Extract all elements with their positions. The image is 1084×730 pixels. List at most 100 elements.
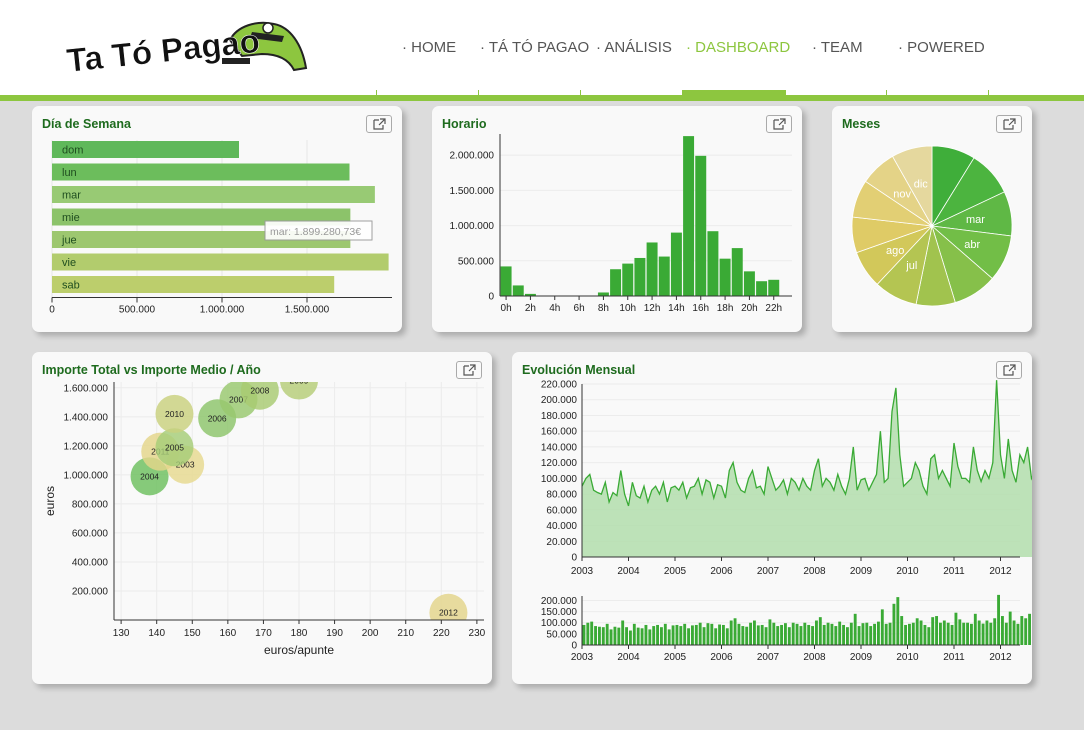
- mini-bar: [911, 622, 915, 645]
- mini-bar: [877, 621, 880, 645]
- mini-bar: [590, 621, 594, 645]
- x-tick-label: 2004: [617, 652, 640, 663]
- x-tick-label: 150: [184, 628, 201, 639]
- bar-mar: [52, 186, 375, 203]
- x-axis-label: euros/apunte: [264, 643, 334, 657]
- bar-label: vie: [62, 257, 76, 269]
- nav-item[interactable]: · DASHBOARD: [686, 39, 790, 56]
- mini-bar: [598, 626, 601, 645]
- bar-1h: [512, 285, 524, 296]
- bar-11h: [634, 257, 646, 296]
- y-tick-label: 160.000: [541, 427, 578, 438]
- mini-bar: [714, 628, 718, 645]
- bar-8h: [597, 292, 609, 296]
- x-tick-label: 4h: [549, 303, 560, 314]
- nav-active-indicator: [682, 90, 786, 96]
- mini-bar: [950, 624, 954, 645]
- y-tick-label: 100.000: [541, 474, 578, 485]
- mini-bar: [900, 616, 904, 645]
- nav-separator: [376, 90, 377, 96]
- mini-bar: [799, 626, 803, 645]
- y-tick-label: 200.000: [72, 586, 109, 597]
- mini-bar: [923, 624, 927, 645]
- mini-bar: [931, 617, 935, 645]
- x-tick-label: 16h: [692, 303, 709, 314]
- mini-bar: [772, 622, 776, 645]
- mini-bar: [698, 622, 702, 645]
- y-tick-label: 0: [488, 292, 494, 303]
- mini-bar: [989, 622, 993, 645]
- y-tick-label: 1.000.000: [64, 470, 109, 481]
- mini-bar: [683, 623, 687, 645]
- mini-bar: [803, 622, 807, 645]
- nav-separator: [580, 90, 581, 96]
- mini-bar: [842, 624, 845, 645]
- y-tick-label: 100.000: [541, 618, 578, 629]
- mini-bar: [977, 620, 981, 645]
- mini-bar: [1001, 616, 1004, 645]
- nav-item[interactable]: · TEAM: [812, 39, 863, 56]
- logo[interactable]: Ta Tó Pagao: [62, 18, 312, 82]
- mini-bar: [706, 623, 710, 645]
- bubble-label: 2012: [439, 608, 458, 618]
- tooltip-text: mar: 1.899.280,73€: [270, 226, 361, 238]
- nav-item[interactable]: · ANÁLISIS: [596, 39, 672, 56]
- x-tick-label: 2010: [896, 566, 919, 577]
- mini-bar: [660, 627, 663, 645]
- panel-evolucion: Evolución Mensual 0 20.000 40.000 60.000 80.…: [512, 352, 1032, 684]
- mini-bar: [636, 627, 640, 645]
- mini-bar: [745, 626, 749, 645]
- x-tick-label: 2h: [525, 303, 536, 314]
- x-tick-label: 2011: [943, 566, 965, 577]
- y-tick-label: 120.000: [541, 458, 578, 469]
- bubble-label: 2005: [165, 442, 184, 452]
- mini-bar: [1012, 620, 1016, 645]
- x-tick-label: 2009: [850, 566, 873, 577]
- bubble-label: 2009: [290, 376, 309, 386]
- mini-bar: [756, 625, 760, 645]
- y-tick-label: 0: [571, 641, 577, 652]
- slice-label: dic: [914, 178, 929, 190]
- x-tick-label: 180: [291, 628, 308, 639]
- nav-item[interactable]: · TÁ TÓ PAGAO: [480, 39, 589, 56]
- mini-bar: [811, 626, 814, 645]
- nav-item[interactable]: · POWERED: [898, 39, 985, 56]
- chart-evolucion: 0 20.000 40.000 60.000 80.000 100.000 120.000 1…: [541, 380, 1032, 663]
- chart-dia-semana: 0 500.000 1.000.000 1.500.000 dom lun mar mie ju…: [49, 140, 392, 316]
- bar-18h: [719, 258, 731, 296]
- mini-bar: [629, 630, 632, 645]
- x-tick-label: 2011: [943, 652, 965, 663]
- mini-bar: [609, 629, 613, 645]
- mini-bar: [640, 628, 644, 645]
- chart-meses: mar abr julago novdic: [851, 145, 1013, 307]
- y-tick-label: 140.000: [541, 442, 578, 453]
- bar-0h: [500, 266, 512, 296]
- x-tick-label: 10h: [619, 303, 636, 314]
- mini-bar: [663, 623, 667, 645]
- x-tick-label: 1.000.000: [200, 305, 245, 316]
- slice-label: abr: [964, 239, 980, 251]
- mini-bar: [749, 622, 752, 645]
- area-fill: [582, 380, 1032, 557]
- y-tick-label: 600.000: [72, 528, 109, 539]
- nav-separator: [988, 90, 989, 96]
- mini-bar: [908, 623, 911, 645]
- y-axis-label: euros: [43, 486, 57, 516]
- mini-bar: [605, 623, 609, 645]
- y-tick-label: 1.600.000: [64, 383, 109, 394]
- bar-label: jue: [61, 235, 77, 247]
- mini-bar: [904, 624, 907, 645]
- bar-label: mie: [62, 212, 80, 224]
- mini-bar: [966, 622, 969, 645]
- mini-bar: [718, 624, 721, 645]
- chart-importe: 130 140 150 160 170 180 190 200 210 220 230 200.000…: [43, 376, 486, 657]
- bar-21h: [756, 281, 768, 296]
- nav-item[interactable]: · HOME: [402, 39, 456, 56]
- mini-bar: [1020, 616, 1024, 645]
- mini-bar: [927, 627, 931, 645]
- mini-bar: [880, 609, 884, 645]
- mini-bar: [671, 625, 675, 645]
- bubble-2009: [280, 382, 318, 400]
- panel-horario: Horario 0 500.000 1.000.000 1.500.000 2.000.…: [432, 106, 802, 332]
- mini-bar: [625, 627, 628, 645]
